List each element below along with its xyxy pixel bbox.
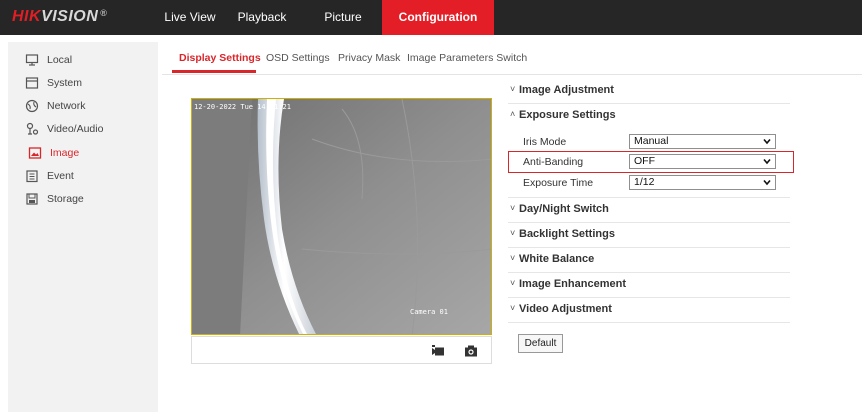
sidebar-item-local[interactable]: Local [8,49,158,71]
logo-registered-mark: ® [100,8,108,18]
section-title: Video Adjustment [519,303,612,315]
sub-tabs: Display Settings OSD Settings Privacy Ma… [162,44,862,75]
chevron-down-icon: ˅ [510,228,516,238]
sidebar-item-image[interactable]: Image [8,142,161,164]
chevron-down-icon: ˅ [510,278,516,288]
logo-text-hik: HIK [12,8,42,25]
top-navigation-bar: HIKVISION ® Live View Playback Picture Co… [0,0,862,35]
sidebar-item-label: Network [47,100,86,112]
image-icon [28,147,42,159]
section-title: Exposure Settings [519,109,616,121]
tab-display-settings[interactable]: Display Settings [179,52,261,64]
section-backlight-settings[interactable]: ˅ Backlight Settings [508,222,790,248]
event-icon [26,170,38,183]
tab-image-parameters-switch[interactable]: Image Parameters Switch [407,52,527,64]
iris-mode-label: Iris Mode [523,136,567,148]
section-image-enhancement[interactable]: ˅ Image Enhancement [508,272,790,298]
default-button[interactable]: Default [518,334,563,353]
sidebar-item-label: Event [47,170,74,182]
osd-timestamp: 12-20-2022 Tue 14:51:21 [194,103,291,111]
sidebar-item-label: System [47,77,83,89]
video-audio-icon [26,122,39,135]
system-icon [25,77,39,89]
video-toolbar [191,336,492,364]
iris-mode-value: Manual [634,135,669,147]
sidebar-item-event[interactable]: Event [8,165,158,187]
section-title: Image Adjustment [519,84,614,96]
osd-camera-name: Camera 01 [410,308,448,316]
record-icon[interactable] [431,344,445,358]
chevron-down-icon: ˅ [510,203,516,213]
exposure-settings-header[interactable]: ˄ Exposure Settings [508,103,790,128]
monitor-icon [25,54,39,66]
sidebar: Local System Network Video/Audio Image E… [8,42,158,412]
exposure-time-label: Exposure Time [523,177,594,189]
section-image-adjustment[interactable]: ˅ Image Adjustment [508,78,790,104]
iris-mode-select[interactable]: Manual [629,134,776,149]
anti-banding-highlight-box [508,151,794,173]
tab-configuration[interactable]: Configuration [382,0,494,35]
chevron-down-icon: ˅ [510,84,516,94]
chevron-down-icon [763,179,771,186]
sidebar-item-storage[interactable]: Storage [8,188,158,210]
section-title: Backlight Settings [519,228,615,240]
section-title: White Balance [519,253,595,265]
chevron-down-icon: ˅ [510,303,516,313]
section-title: Image Enhancement [519,278,626,290]
sidebar-item-video-audio[interactable]: Video/Audio [8,118,158,140]
logo-text-vision: VISION [41,8,99,25]
exposure-time-value: 1/12 [634,176,655,188]
section-white-balance[interactable]: ˅ White Balance [508,247,790,273]
chevron-down-icon [763,138,771,145]
main-tabs: Live View Playback Picture Configuration [160,0,494,35]
tab-picture[interactable]: Picture [304,0,382,35]
chevron-up-icon: ˄ [510,109,516,119]
camera-snapshot-icon[interactable] [464,344,478,358]
network-icon [25,99,39,113]
tab-privacy-mask[interactable]: Privacy Mask [338,52,400,64]
hikvision-logo: HIKVISION ® [12,8,107,26]
section-day-night-switch[interactable]: ˅ Day/Night Switch [508,197,790,223]
chevron-down-icon: ˅ [510,253,516,263]
tab-osd-settings[interactable]: OSD Settings [266,52,330,64]
section-title: Day/Night Switch [519,203,609,215]
tab-live-view[interactable]: Live View [160,0,220,35]
sidebar-item-label: Video/Audio [47,123,104,135]
sidebar-item-label: Local [47,54,73,66]
exposure-time-select[interactable]: 1/12 [629,175,776,190]
active-tab-underline [172,70,256,73]
sidebar-item-label: Image [50,147,80,159]
video-preview[interactable]: 12-20-2022 Tue 14:51:21 Camera 01 [191,98,492,335]
tab-playback[interactable]: Playback [220,0,304,35]
section-video-adjustment[interactable]: ˅ Video Adjustment [508,297,790,323]
sidebar-item-system[interactable]: System [8,72,158,94]
sidebar-item-network[interactable]: Network [8,95,158,117]
storage-icon [26,193,38,205]
camera-scene [192,99,491,334]
sidebar-item-label: Storage [47,193,84,205]
